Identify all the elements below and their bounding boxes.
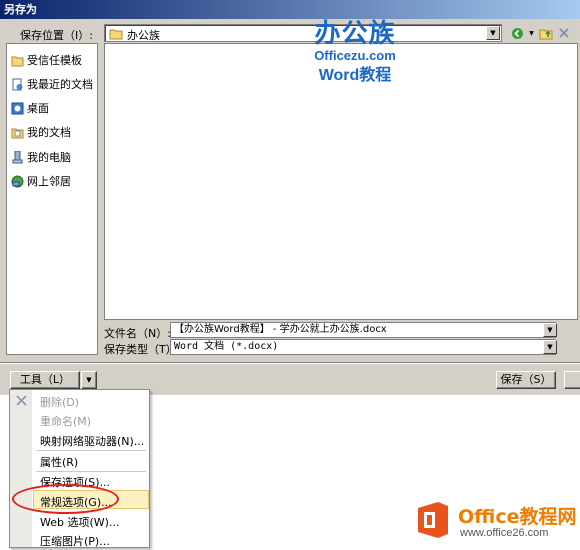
watermark-tagline: Word教程 <box>318 67 392 84</box>
delete-icon <box>16 395 27 406</box>
save-in-dropdown[interactable]: 办公族 ▼ <box>104 24 502 42</box>
my-computer-icon <box>12 150 23 163</box>
up-folder-button[interactable] <box>539 26 553 40</box>
menu-item-web-options[interactable]: Web 选项(W)... <box>40 514 119 530</box>
place-trusted-templates[interactable]: 受信任模板 <box>11 52 82 68</box>
folder-icon <box>109 29 123 40</box>
place-network[interactable]: 网上邻居 <box>11 173 71 189</box>
save-button[interactable]: 保存（S） <box>496 371 556 389</box>
back-icon <box>511 27 523 39</box>
tools-menu: 删除(D) 重命名(M) 映射网络驱动器(N)... 属性(R) 保存选项(S)… <box>9 389 150 548</box>
menu-icon-strip <box>10 390 32 547</box>
folder-icon <box>11 56 24 66</box>
file-name-label: 文件名（N）: <box>104 327 171 340</box>
menu-separator <box>36 471 146 472</box>
title-bar: 另存为 <box>0 0 580 19</box>
chevron-down-icon: ▼ <box>86 376 92 384</box>
places-bar: 受信任模板 我最近的文档 桌面 我的文档 我的电脑 网上邻居 <box>6 43 98 355</box>
menu-item-map-network-drive[interactable]: 映射网络驱动器(N)... <box>40 433 144 449</box>
place-desktop[interactable]: 桌面 <box>11 100 49 116</box>
up-folder-icon <box>539 29 553 39</box>
chevron-down-icon[interactable]: ▼ <box>486 26 500 40</box>
delete-icon <box>559 28 569 38</box>
place-label: 受信任模板 <box>27 54 82 67</box>
annotation-ellipse <box>12 484 119 514</box>
menu-separator <box>36 450 146 451</box>
save-in-label: 保存位置（I）: <box>20 29 93 42</box>
cancel-button[interactable] <box>564 371 580 389</box>
brand-url: www.office26.com <box>460 527 549 539</box>
place-label: 我的文档 <box>27 126 71 139</box>
file-name-input[interactable]: 【办公族Word教程】 - 学办公就上办公族.docx <box>170 322 556 338</box>
chevron-down-icon: ▼ <box>529 29 534 37</box>
watermark-url: Officezu.com <box>314 48 396 63</box>
recent-documents-icon <box>12 78 23 90</box>
back-button[interactable] <box>510 26 524 40</box>
dialog-toolbar: ▼ <box>510 24 571 42</box>
save-in-value: 办公族 <box>127 29 160 42</box>
place-recent-documents[interactable]: 我最近的文档 <box>11 76 93 92</box>
menu-item-compress-pictures[interactable]: 压缩图片(P)... <box>40 533 110 549</box>
menu-item-delete[interactable]: 删除(D) <box>40 394 79 410</box>
place-my-documents[interactable]: 我的文档 <box>11 124 71 140</box>
place-label: 我的电脑 <box>27 151 71 164</box>
save-type-select[interactable]: Word 文档 (*.docx) <box>170 339 556 355</box>
desktop-icon <box>11 102 24 114</box>
watermark-logo-text: 办公族 <box>314 19 396 49</box>
place-my-computer[interactable]: 我的电脑 <box>11 149 71 165</box>
my-documents-icon <box>11 128 24 138</box>
brand-name: Office教程网 <box>458 506 577 528</box>
back-dropdown[interactable]: ▼ <box>528 26 535 40</box>
place-label: 我最近的文档 <box>27 78 93 91</box>
brand-logo: Office教程网 www.office26.com <box>414 500 577 544</box>
delete-button[interactable] <box>557 26 571 40</box>
network-places-icon <box>11 175 24 187</box>
save-as-dialog: 另存为 保存位置（I）: 办公族 ▼ ▼ 受信任模板 我最近的文档 桌面 我的文… <box>0 0 580 395</box>
save-type-label: 保存类型（T）: <box>104 343 181 356</box>
divider <box>0 362 580 364</box>
tools-button[interactable]: 工具（L） <box>10 371 80 389</box>
chevron-down-icon[interactable]: ▼ <box>543 340 557 354</box>
menu-item-rename[interactable]: 重命名(M) <box>40 413 91 429</box>
place-label: 桌面 <box>27 102 49 115</box>
place-label: 网上邻居 <box>27 175 71 188</box>
tools-dropdown-button[interactable]: ▼ <box>81 371 97 389</box>
menu-item-properties[interactable]: 属性(R) <box>40 454 78 470</box>
office-logo-icon <box>418 502 448 538</box>
watermark-logo: 办公族 Officezu.com Word教程 <box>305 20 405 86</box>
chevron-down-icon[interactable]: ▼ <box>543 323 557 337</box>
